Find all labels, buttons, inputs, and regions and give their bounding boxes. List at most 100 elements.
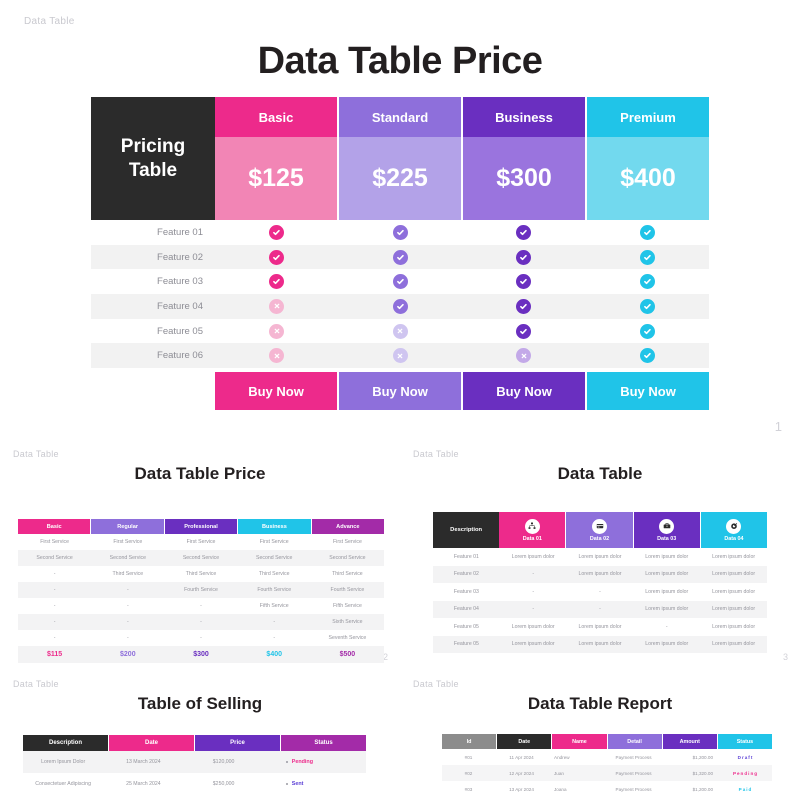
feature-data-table: Description Data 01 Data 02 Data 03 Data… [433, 512, 768, 653]
feature-cell [462, 319, 586, 344]
feature-label: Feature 04 [433, 600, 500, 618]
table-row: - Third Service Third Service Third Service… [18, 566, 384, 582]
check-icon [392, 249, 408, 265]
buy-now-button[interactable]: Buy Now [463, 372, 587, 411]
table-row: Lorem Ipsum Dolor 13 March 2024 $120,000… [23, 751, 366, 773]
feature-cell [338, 343, 462, 369]
column-header: Advance [311, 519, 385, 534]
slide-data-table-report[interactable]: Data Table Data Table Report Id Date Name D… [400, 670, 800, 800]
cell-id: #02 [442, 765, 495, 781]
cell-description: Consectetuer Adipiscing [35, 781, 91, 787]
table-row: Second Service Second Service Second Servi… [18, 550, 385, 566]
status-label: Pending [291, 759, 314, 765]
plan-price: $500 [310, 646, 385, 663]
plan-price: $115 [18, 646, 92, 663]
column-header: Status [717, 734, 773, 749]
feature-label: Feature 06 [91, 343, 215, 369]
table-cell: - [126, 635, 129, 641]
plan-column-basic: Basic $125 [215, 97, 339, 220]
plan-name: Business [463, 97, 585, 137]
pricing-table: Pricing Table Basic $125 Standard $225 B… [91, 97, 710, 411]
table-cell: Second Service [18, 550, 92, 566]
status-badge: Draft [737, 754, 754, 760]
service-comparison-table: Basic Regular Professional Business Advance F… [18, 519, 385, 663]
table-cell: Third Service [258, 571, 290, 577]
table-cell: Second Service [164, 550, 238, 566]
feature-cell [462, 269, 586, 294]
check-icon [516, 224, 532, 240]
table-cell: - [91, 614, 165, 630]
check-icon [639, 298, 655, 314]
feature-cell [586, 269, 710, 294]
feature-label: Feature 02 [433, 565, 500, 583]
table-cell: Fourth Service [237, 582, 311, 598]
table-row: Feature 03 - - Lorem ipsum dolor Lorem ipsum… [433, 583, 767, 601]
feature-cell [462, 294, 586, 319]
slide-data-table-price[interactable]: Data Table Data Table Price 2 Basic Regul… [0, 440, 400, 670]
table-cell: Lorem ipsum dolor [511, 553, 555, 560]
description-header: Description [433, 512, 500, 548]
table-cell: Seventh Service [328, 635, 367, 641]
slide-title: Data Table [557, 464, 643, 483]
cell-price: $250,000 [212, 781, 235, 787]
feature-cell [585, 294, 709, 319]
plan-price: $300 [164, 646, 238, 663]
table-row: - - - - Sixth Service [18, 614, 385, 630]
check-icon [269, 274, 285, 290]
feature-label: Feature 05 [157, 325, 203, 337]
pricing-feature-rows: Feature 01 Feature 02 Feature 03 Feature… [91, 220, 710, 369]
table-row: #01 11 Apr 2024 Andrew Payment Process $… [442, 749, 772, 765]
check-icon [639, 249, 655, 265]
feature-cell [339, 220, 463, 245]
table-cell: Fourth Service [310, 582, 385, 598]
table-cell: Sixth Service [310, 614, 385, 630]
feature-cell [462, 343, 586, 369]
table-cell: Lorem ipsum dolor [566, 635, 634, 653]
table-cell: Lorem ipsum dolor [633, 565, 701, 583]
table-cell: - [499, 600, 567, 618]
table-cell: - [532, 588, 535, 595]
table-cell: - [18, 582, 92, 598]
column-header: Date [109, 735, 195, 751]
table-row: Feature 02 [91, 244, 709, 270]
table-cell: Lorem ipsum dolor [712, 588, 756, 595]
table-row: Feature 04 [91, 294, 709, 319]
column-header: Id [442, 734, 498, 749]
plan-name: Premium [587, 97, 709, 137]
cell-date: 13 March 2024 [103, 751, 184, 773]
feature-label: Feature 05 [433, 635, 500, 653]
cta-spacer [91, 372, 215, 410]
check-icon [639, 348, 655, 364]
feature-cell [586, 220, 710, 245]
status-badge: Pending [263, 751, 366, 773]
plan-price: $400 [237, 646, 311, 663]
table-row: Feature 04- - Lorem ipsum dolor Lorem ipsum… [433, 600, 767, 618]
table-cell: - [18, 614, 92, 630]
plan-price: $125 [215, 137, 337, 220]
feature-cell [339, 269, 463, 294]
slide-table-of-selling[interactable]: Data Table Table of Selling Description D… [0, 670, 400, 800]
status-dot-icon [285, 783, 288, 785]
report-table: Id Date Name Detail Amount Status #01 11 Apr … [442, 734, 773, 797]
feature-cell [215, 244, 339, 270]
buy-now-button[interactable]: Buy Now [587, 372, 709, 411]
cell-name: Joana [554, 786, 567, 792]
feature-cell [215, 294, 339, 319]
table-cell: Lorem ipsum dolor [566, 565, 634, 583]
check-icon [516, 298, 532, 314]
watermark-label: Data Table [413, 679, 459, 689]
table-cell: First Service [259, 539, 289, 545]
table-cell: - [665, 623, 668, 630]
table-cell: - [53, 603, 56, 609]
table-price-row: $115 $200 $300 $400 $500 [18, 646, 385, 663]
buy-now-button[interactable]: Buy Now [215, 372, 339, 411]
brand-cell: Pricing Table [91, 97, 215, 220]
table-cell: Second Service [237, 550, 311, 566]
column-header: Date [497, 734, 553, 749]
slide-data-table[interactable]: Data Table Data Table 3 Description Data… [400, 440, 800, 670]
feature-cell [339, 319, 463, 344]
table-cell: First Service [186, 539, 216, 545]
feature-label: Feature 01 [453, 553, 479, 560]
table-cell: First Service [113, 539, 143, 545]
buy-now-button[interactable]: Buy Now [339, 372, 463, 411]
